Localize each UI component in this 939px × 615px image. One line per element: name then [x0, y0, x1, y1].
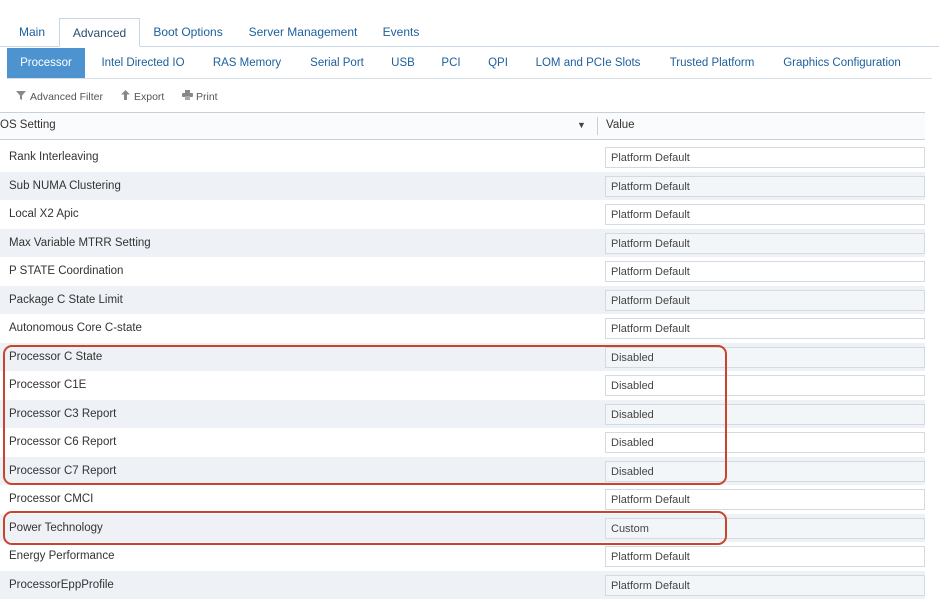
table-row: Processor C3 Report Disabled — [0, 399, 925, 428]
table-row: Max Variable MTRR Setting Platform Defau… — [0, 228, 925, 257]
table-row: Sub NUMA Clustering Platform Default — [0, 171, 925, 200]
setting-value-select[interactable]: Disabled — [605, 432, 925, 453]
tab-events[interactable]: Events — [374, 18, 428, 46]
sub-tab-bar: Processor Intel Directed IO RAS Memory S… — [7, 48, 932, 79]
filter-icon — [15, 87, 27, 109]
table-row: Power Technology Custom — [0, 513, 925, 542]
subtab-intel-directed-io[interactable]: Intel Directed IO — [91, 48, 195, 78]
setting-name: Processor C7 Report — [9, 464, 117, 477]
tab-main[interactable]: Main — [8, 18, 56, 46]
table-row: Local X2 Apic Platform Default — [0, 200, 925, 228]
setting-value-select[interactable]: Platform Default — [605, 175, 925, 197]
setting-name: Processor C3 Report — [9, 407, 117, 420]
setting-name: ProcessorEppProfile — [9, 578, 114, 591]
setting-name: Sub NUMA Clustering — [9, 179, 121, 192]
setting-value-select[interactable]: Disabled — [605, 460, 925, 482]
table-row: Processor C1E Disabled — [0, 371, 925, 399]
top-tab-bar: Main Advanced Boot Options Server Manage… — [0, 18, 939, 47]
table-row: Energy Performance Platform Default — [0, 542, 925, 570]
subtab-ras-memory[interactable]: RAS Memory — [203, 48, 291, 78]
setting-name: Processor C State — [9, 350, 103, 363]
table-row: Processor C State Disabled — [0, 342, 925, 371]
setting-value-select[interactable]: Disabled — [605, 346, 925, 368]
caret-down-icon[interactable]: ▼ — [577, 113, 586, 138]
print-label: Print — [196, 91, 218, 103]
subtab-qpi[interactable]: QPI — [478, 48, 518, 78]
table-row: ProcessorEppProfile Platform Default — [0, 570, 925, 599]
setting-name: Processor C6 Report — [9, 436, 117, 448]
grid-header: OS Setting ▼ Value — [0, 112, 925, 140]
table-row: Rank Interleaving Platform Default — [0, 143, 925, 171]
advanced-filter-button[interactable]: Advanced Filter — [15, 86, 103, 108]
setting-name: Autonomous Core C-state — [9, 322, 142, 334]
setting-name: Rank Interleaving — [9, 151, 99, 163]
export-button[interactable]: Export — [119, 86, 164, 108]
subtab-processor[interactable]: Processor — [7, 48, 85, 78]
setting-name: Local X2 Apic — [9, 208, 79, 220]
setting-value-select[interactable]: Disabled — [605, 403, 925, 425]
table-row: Autonomous Core C-state Platform Default — [0, 314, 925, 342]
setting-value-select[interactable]: Platform Default — [605, 318, 925, 339]
tab-boot-options[interactable]: Boot Options — [145, 18, 231, 46]
subtab-pci[interactable]: PCI — [431, 48, 471, 78]
setting-value-select[interactable]: Platform Default — [605, 489, 925, 510]
setting-value-select[interactable]: Platform Default — [605, 147, 925, 168]
export-arrow-icon — [119, 87, 131, 109]
subtab-trusted-platform[interactable]: Trusted Platform — [659, 48, 765, 78]
column-header-value[interactable]: Value — [606, 113, 635, 138]
printer-icon — [181, 87, 193, 109]
table-row: Processor C6 Report Disabled — [0, 428, 925, 456]
setting-value-select[interactable]: Platform Default — [605, 546, 925, 567]
setting-name: Processor C1E — [9, 379, 87, 391]
subtab-serial-port[interactable]: Serial Port — [301, 48, 373, 78]
table-row: Processor C7 Report Disabled — [0, 456, 925, 485]
setting-name: P STATE Coordination — [9, 265, 124, 277]
subtab-lom-pcie-slots[interactable]: LOM and PCIe Slots — [527, 48, 649, 78]
grid-toolbar: Advanced Filter Export Print — [7, 86, 932, 108]
setting-value-select[interactable]: Platform Default — [605, 204, 925, 225]
subtab-graphics-configuration[interactable]: Graphics Configuration — [775, 48, 909, 78]
table-row: Processor CMCI Platform Default — [0, 485, 925, 513]
export-label: Export — [134, 91, 165, 103]
setting-name: Package C State Limit — [9, 293, 123, 306]
setting-value-select[interactable]: Custom — [605, 517, 925, 539]
column-header-setting[interactable]: OS Setting — [0, 113, 56, 138]
setting-name: Energy Performance — [9, 550, 115, 562]
setting-value-select[interactable]: Platform Default — [605, 232, 925, 254]
table-row: P STATE Coordination Platform Default — [0, 257, 925, 285]
setting-value-select[interactable]: Disabled — [605, 375, 925, 396]
tab-server-management[interactable]: Server Management — [240, 18, 366, 46]
table-row: Package C State Limit Platform Default — [0, 285, 925, 314]
setting-value-select[interactable]: Platform Default — [605, 261, 925, 282]
setting-name: Processor CMCI — [9, 493, 94, 505]
advanced-filter-label: Advanced Filter — [30, 91, 103, 103]
setting-name: Power Technology — [9, 521, 103, 534]
subtab-usb[interactable]: USB — [383, 48, 423, 78]
setting-value-select[interactable]: Platform Default — [605, 574, 925, 596]
setting-name: Max Variable MTRR Setting — [9, 236, 151, 249]
tab-advanced[interactable]: Advanced — [59, 18, 140, 47]
print-button[interactable]: Print — [181, 86, 218, 108]
column-divider[interactable] — [597, 117, 598, 135]
setting-value-select[interactable]: Platform Default — [605, 289, 925, 311]
